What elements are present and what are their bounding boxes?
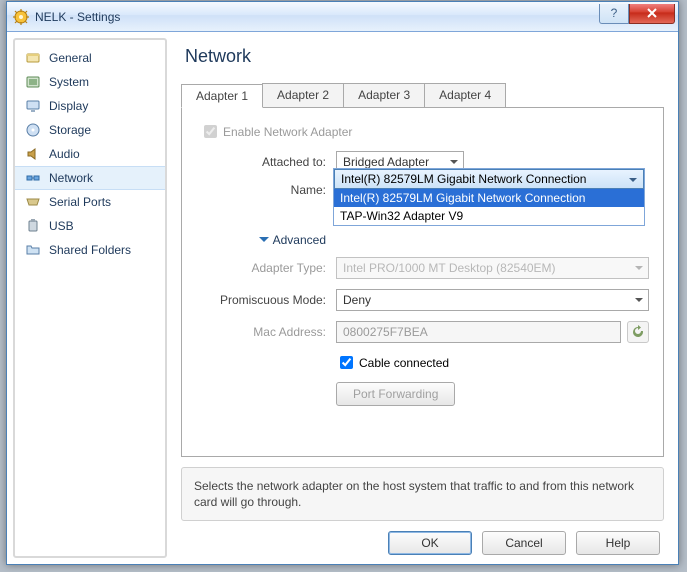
- general-icon: [25, 50, 41, 66]
- adapter-tab-body: Enable Network Adapter Attached to: Brid…: [181, 107, 664, 457]
- enable-adapter-label: Enable Network Adapter: [223, 125, 352, 139]
- category-sidebar: General System Display Storage Audio Net…: [13, 38, 167, 558]
- sidebar-item-label: Serial Ports: [49, 195, 111, 209]
- sidebar-item-label: Shared Folders: [49, 243, 131, 257]
- sidebar-item-label: Network: [49, 171, 93, 185]
- refresh-icon: [631, 325, 645, 339]
- tab-label: Adapter 2: [277, 88, 329, 102]
- page-title: Network: [185, 46, 664, 67]
- cancel-button[interactable]: Cancel: [482, 531, 566, 555]
- name-option-0[interactable]: Intel(R) 82579LM Gigabit Network Connect…: [334, 189, 644, 207]
- promiscuous-label: Promiscuous Mode:: [196, 293, 326, 307]
- port-forwarding-button[interactable]: Port Forwarding: [336, 382, 455, 406]
- sidebar-item-display[interactable]: Display: [15, 94, 165, 118]
- name-selected-text: Intel(R) 82579LM Gigabit Network Connect…: [341, 172, 586, 186]
- chevron-down-icon[interactable]: [259, 237, 269, 247]
- sidebar-item-label: Audio: [49, 147, 80, 161]
- sidebar-item-usb[interactable]: USB: [15, 214, 165, 238]
- context-help-box: Selects the network adapter on the host …: [181, 467, 664, 521]
- dialog-footer: OK Cancel Help: [181, 531, 664, 555]
- tab-adapter-3[interactable]: Adapter 3: [343, 83, 425, 107]
- sidebar-item-label: General: [49, 51, 92, 65]
- sidebar-item-system[interactable]: System: [15, 70, 165, 94]
- sidebar-item-label: System: [49, 75, 89, 89]
- name-option-list: Intel(R) 82579LM Gigabit Network Connect…: [334, 189, 644, 225]
- settings-window: NELK - Settings ? General System Display: [6, 1, 679, 565]
- name-select-display[interactable]: Intel(R) 82579LM Gigabit Network Connect…: [334, 169, 644, 189]
- context-help-text: Selects the network adapter on the host …: [194, 479, 634, 509]
- sidebar-item-storage[interactable]: Storage: [15, 118, 165, 142]
- tab-label: Adapter 3: [358, 88, 410, 102]
- audio-icon: [25, 146, 41, 162]
- name-dropdown-open[interactable]: Intel(R) 82579LM Gigabit Network Connect…: [333, 168, 645, 226]
- tab-adapter-4[interactable]: Adapter 4: [424, 83, 506, 107]
- storage-icon: [25, 122, 41, 138]
- name-option-1[interactable]: TAP-Win32 Adapter V9: [334, 207, 644, 225]
- usb-icon: [25, 218, 41, 234]
- name-label: Name:: [196, 183, 326, 197]
- ok-button[interactable]: OK: [388, 531, 472, 555]
- mac-label: Mac Address:: [196, 325, 326, 339]
- sidebar-item-label: USB: [49, 219, 74, 233]
- titlebar-help-button[interactable]: ?: [599, 4, 629, 24]
- main-panel: Network Adapter 1 Adapter 2 Adapter 3 Ad…: [167, 32, 678, 564]
- folder-icon: [25, 242, 41, 258]
- mac-refresh-button[interactable]: [627, 321, 649, 343]
- sidebar-item-network[interactable]: Network: [15, 166, 165, 190]
- tab-adapter-1[interactable]: Adapter 1: [181, 84, 263, 108]
- adapter-type-select: Intel PRO/1000 MT Desktop (82540EM): [336, 257, 649, 279]
- titlebar-close-button[interactable]: [629, 4, 675, 24]
- adapter-type-label: Adapter Type:: [196, 261, 326, 275]
- sidebar-item-serial-ports[interactable]: Serial Ports: [15, 190, 165, 214]
- sidebar-item-general[interactable]: General: [15, 46, 165, 70]
- help-button[interactable]: Help: [576, 531, 660, 555]
- network-icon: [25, 170, 41, 186]
- sidebar-item-label: Display: [49, 99, 88, 113]
- cable-connected-label: Cable connected: [359, 356, 449, 370]
- system-icon: [25, 74, 41, 90]
- sidebar-item-label: Storage: [49, 123, 91, 137]
- attached-to-label: Attached to:: [196, 155, 326, 169]
- tab-label: Adapter 4: [439, 88, 491, 102]
- window-title: NELK - Settings: [35, 10, 120, 24]
- mac-address-input: [336, 321, 621, 343]
- display-icon: [25, 98, 41, 114]
- sidebar-item-shared-folders[interactable]: Shared Folders: [15, 238, 165, 262]
- svg-text:?: ?: [611, 7, 618, 19]
- titlebar: NELK - Settings ?: [7, 2, 678, 32]
- serial-icon: [25, 194, 41, 210]
- enable-adapter-checkbox[interactable]: [204, 125, 217, 138]
- sidebar-item-audio[interactable]: Audio: [15, 142, 165, 166]
- tab-label: Adapter 1: [196, 89, 248, 103]
- tab-adapter-2[interactable]: Adapter 2: [262, 83, 344, 107]
- advanced-toggle[interactable]: Advanced: [273, 233, 326, 247]
- adapter-tabstrip: Adapter 1 Adapter 2 Adapter 3 Adapter 4: [181, 83, 664, 107]
- promiscuous-select[interactable]: Deny: [336, 289, 649, 311]
- app-icon: [13, 9, 29, 25]
- cable-connected-checkbox[interactable]: [340, 356, 353, 369]
